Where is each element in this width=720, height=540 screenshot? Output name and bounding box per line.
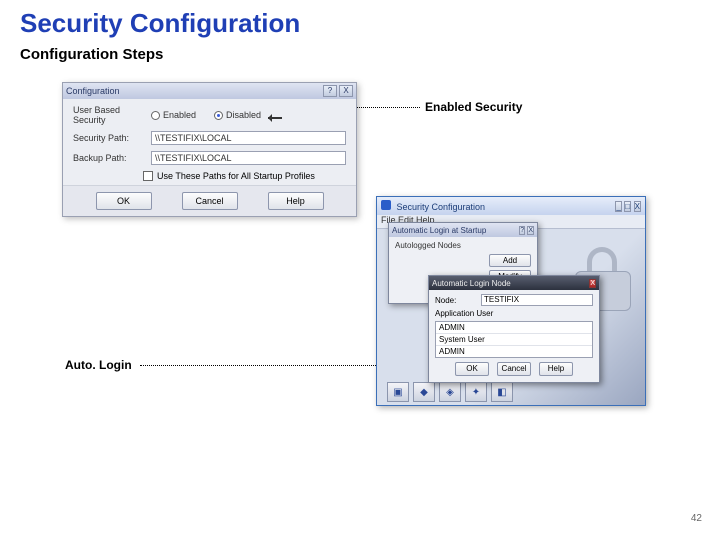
autologged-nodes-label: Autologged Nodes [395,241,531,250]
folder-icon[interactable]: ▣ [387,382,409,402]
autologin-close-button[interactable]: X [527,226,534,235]
list-item[interactable]: ADMIN [436,322,592,334]
ok-button[interactable]: OK [96,192,152,210]
user-icon[interactable]: ◆ [413,382,435,402]
login-node-title-text: Automatic Login Node [432,279,511,288]
security-path-input[interactable]: \\TESTIFIX\LOCAL [151,131,346,145]
close-button[interactable]: X [634,201,641,212]
label-enabled-security: Enabled Security [425,100,522,114]
use-paths-checkbox[interactable] [143,171,153,181]
close-titlebar-button[interactable]: X [339,85,353,97]
backup-path-input[interactable]: \\TESTIFIX\LOCAL [151,151,346,165]
security-configuration-title-text: Security Configuration [397,202,486,212]
label-auto-login: Auto. Login [65,358,132,372]
help-button[interactable]: Help [268,192,324,210]
radio-disabled[interactable] [214,111,223,120]
radio-enabled[interactable] [151,111,160,120]
use-paths-checkbox-label: Use These Paths for All Startup Profiles [157,171,315,181]
user-list[interactable]: ADMIN System User ADMIN [435,321,593,358]
list-item[interactable]: System User [436,334,592,346]
arrow-icon [264,115,282,121]
security-path-label: Security Path: [73,133,151,143]
application-user-label: Application User [435,309,493,318]
autologin-help-button[interactable]: ? [519,226,525,235]
node-input[interactable]: TESTIFIX [481,294,593,306]
node-label: Node: [435,296,481,305]
node-cancel-button[interactable]: Cancel [497,362,531,376]
node-help-button[interactable]: Help [539,362,573,376]
group-icon[interactable]: ◈ [439,382,461,402]
backup-path-label: Backup Path: [73,153,151,163]
maximize-button[interactable]: □ [624,201,631,212]
login-node-titlebar[interactable]: Automatic Login Node X [429,276,599,290]
radio-enabled-label: Enabled [163,110,196,120]
shield-icon [381,200,391,210]
configuration-dialog: Configuration ? X User Based Security En… [62,82,357,217]
user-based-security-label: User Based Security [73,105,151,125]
help-titlebar-button[interactable]: ? [323,85,337,97]
slide-title: Security Configuration [20,8,300,39]
cancel-button[interactable]: Cancel [182,192,238,210]
login-node-dialog: Automatic Login Node X Node: TESTIFIX Ap… [428,275,600,383]
dotted-line-autologin [140,365,400,366]
autologin-title-text: Automatic Login at Startup [392,226,486,235]
slide-subtitle: Configuration Steps [20,46,163,63]
security-configuration-titlebar[interactable]: Security Configuration _ □ X [377,197,645,215]
list-item[interactable]: ADMIN [436,346,592,357]
autologin-titlebar[interactable]: Automatic Login at Startup ? X [389,223,537,237]
key-icon[interactable]: ✦ [465,382,487,402]
node-ok-button[interactable]: OK [455,362,489,376]
radio-disabled-label: Disabled [226,110,261,120]
minimize-button[interactable]: _ [615,201,621,212]
configuration-titlebar[interactable]: Configuration ? X [63,83,356,99]
login-node-close-button[interactable]: X [589,279,596,288]
lock-icon[interactable]: ◧ [491,382,513,402]
toolbar: ▣ ◆ ◈ ✦ ◧ [387,381,635,403]
add-button[interactable]: Add [489,254,531,267]
page-number: 42 [691,513,702,524]
configuration-title-text: Configuration [66,86,120,96]
